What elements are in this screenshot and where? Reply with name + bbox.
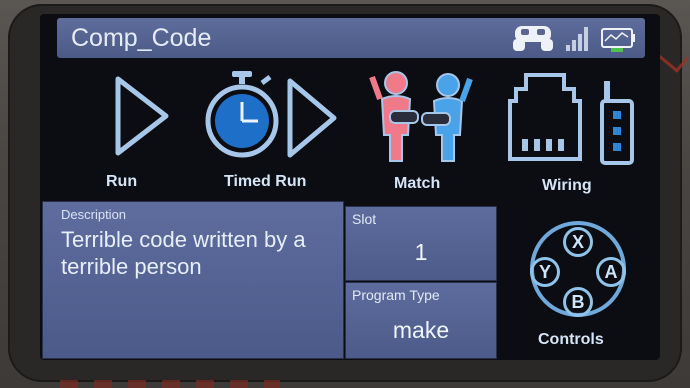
slot-label: Slot [352,211,377,227]
bezel-red-strip [60,380,280,388]
screen: Comp_Code Run Timed Run Match Wiring Des… [40,14,660,360]
run-label: Run [106,173,138,190]
program-title: Comp_Code [71,24,212,52]
stopwatch-icon [205,71,279,158]
match-button[interactable]: Match [368,69,478,199]
wiring-button[interactable]: Wiring [508,69,648,199]
match-label: Match [394,175,441,192]
battery-icon [601,28,635,52]
controls-button[interactable]: X Y A B Controls [508,219,648,359]
controller-icon[interactable] [511,23,555,53]
description-label: Description [61,207,127,222]
title-bar: Comp_Code [57,18,645,58]
program-type-label: Program Type [352,287,440,303]
wiring-port-icon [508,73,582,161]
slot-value: 1 [414,239,428,265]
y-button-icon: Y [530,257,560,287]
play-icon [287,78,337,158]
description-text: Terrible code written by a terrible pers… [61,227,306,279]
match-icon [369,71,473,162]
play-icon [115,76,169,156]
description-panel[interactable]: Description Terrible code written by a t… [42,201,344,359]
signal-icon [566,27,588,51]
radio-icon [600,81,634,165]
timed-run-label: Timed Run [224,173,307,190]
b-button-icon: B [563,287,593,317]
x-button-icon: X [563,227,593,257]
run-button[interactable]: Run [98,69,188,199]
wiring-label: Wiring [542,177,592,194]
timed-run-button[interactable]: Timed Run [198,69,348,199]
status-icons [511,22,637,54]
controls-label: Controls [538,331,604,348]
a-button-icon: A [596,257,626,287]
program-type-value: make [392,317,450,343]
program-type-selector[interactable]: Program Type make [345,282,497,359]
slot-selector[interactable]: Slot 1 [345,206,497,281]
